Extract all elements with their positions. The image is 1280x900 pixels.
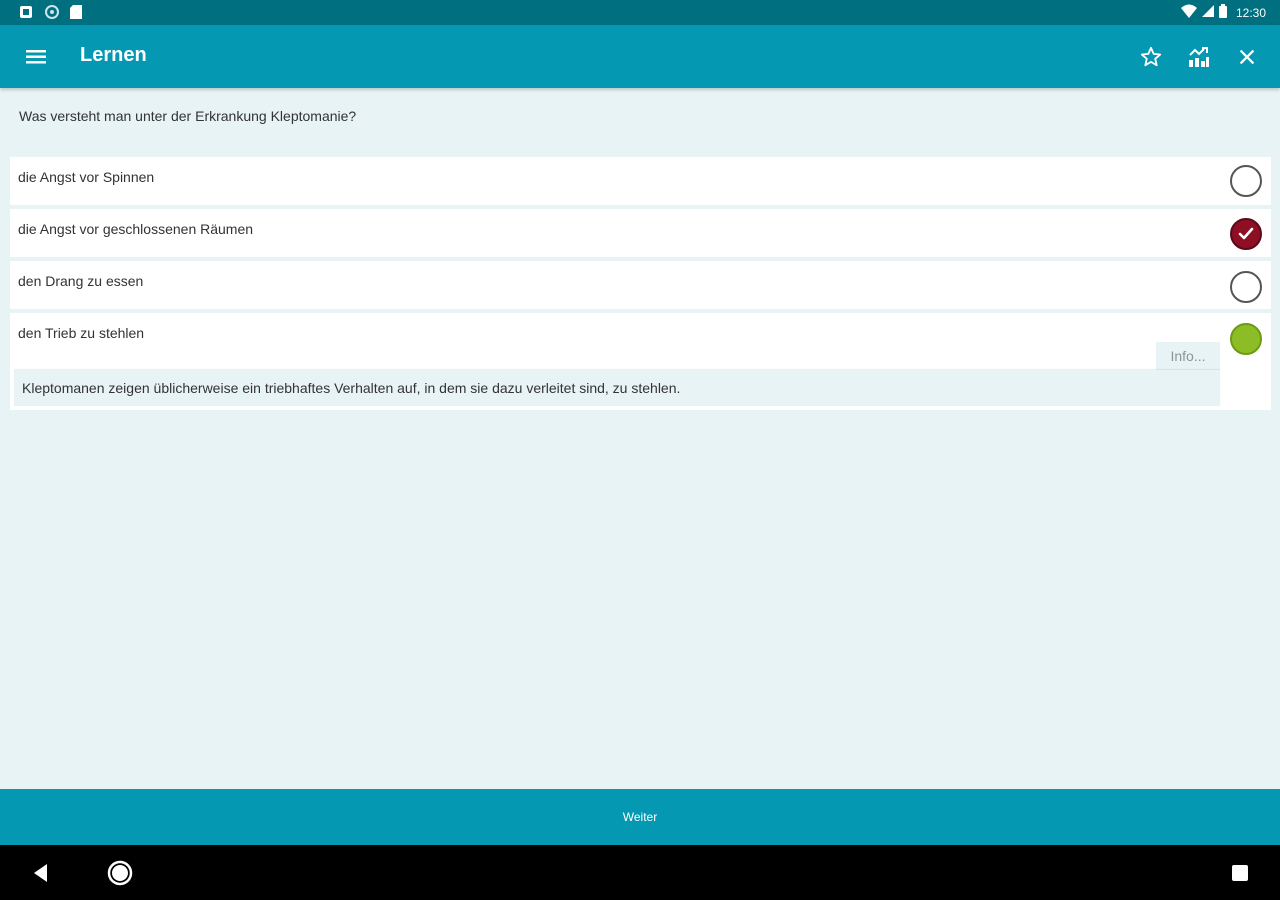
back-icon [34,864,47,882]
answer-option-2[interactable]: die Angst vor geschlossenen Räumen [10,209,1271,257]
next-button[interactable]: Weiter [0,789,1280,845]
notification-icon [20,5,34,19]
checkmark-icon [1238,227,1254,240]
answer-list: die Angst vor Spinnen die Angst vor gesc… [10,157,1271,414]
close-button[interactable] [1232,42,1262,72]
status-bar: 12:30 [0,0,1280,25]
page-title: Lernen [80,44,147,66]
info-explanation: Kleptomanen zeigen üblicherweise ein tri… [14,370,1220,406]
battery-icon [1218,4,1227,21]
next-button-label: Weiter [622,810,658,824]
recents-icon [1232,865,1248,881]
answer-label: den Drang zu essen [18,273,144,289]
info-button[interactable]: Info... [1156,342,1220,370]
answer-label: den Trieb zu stehlen [18,325,145,341]
system-nav-bar [0,845,1280,900]
answer-label: die Angst vor geschlossenen Räumen [18,221,254,237]
answer-option-3[interactable]: den Drang zu essen [10,261,1271,309]
signal-icon [1201,5,1214,20]
info-text: Kleptomanen zeigen üblicherweise ein tri… [22,380,681,396]
hamburger-icon [26,50,46,64]
answer-option-4[interactable]: den Trieb zu stehlen Info... Kleptomanen… [10,313,1271,410]
question-text: Was versteht man unter der Erkrankung Kl… [19,108,357,124]
radio-wrong-check-icon[interactable] [1230,218,1262,250]
favorite-button[interactable] [1136,42,1166,72]
statistics-button[interactable] [1184,42,1214,72]
radio-unselected-icon[interactable] [1230,165,1262,197]
app-bar: Lernen [0,25,1280,88]
star-icon [1140,46,1162,67]
status-time: 12:30 [1235,5,1266,20]
radio-unselected-icon[interactable] [1230,271,1262,303]
sync-icon [45,5,59,19]
stats-icon [1189,47,1209,67]
answer-option-1[interactable]: die Angst vor Spinnen [10,157,1271,205]
answer-label: die Angst vor Spinnen [18,169,155,185]
home-button[interactable] [106,859,134,887]
menu-button[interactable] [22,43,50,71]
back-button[interactable] [27,859,55,887]
close-icon [1239,49,1255,65]
recents-button[interactable] [1226,859,1254,887]
home-icon [107,860,133,886]
radio-correct-icon[interactable] [1230,323,1262,355]
wifi-icon [1180,4,1197,21]
sd-card-icon [70,5,84,19]
